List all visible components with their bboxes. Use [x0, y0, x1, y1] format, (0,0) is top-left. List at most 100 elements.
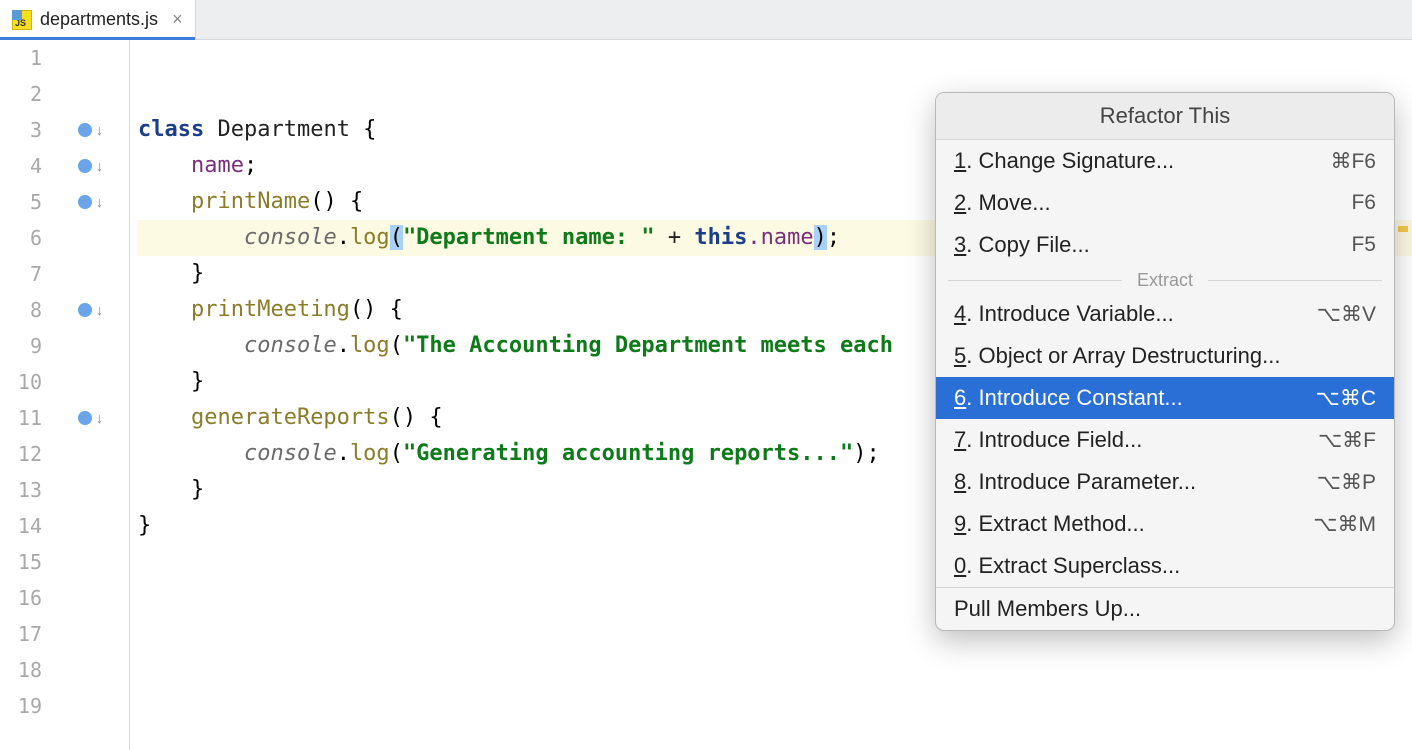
refactor-item[interactable]: 4. Introduce Variable... ⌥⌘V: [936, 293, 1394, 335]
marker-row: [60, 436, 129, 472]
refactor-item-shortcut: ⌥⌘V: [1317, 302, 1376, 327]
line-number: 7: [0, 256, 42, 292]
refactor-item-shortcut: ⌥⌘F: [1318, 428, 1376, 453]
refactor-item[interactable]: 8. Introduce Parameter... ⌥⌘P: [936, 461, 1394, 503]
paren-close-hl: ): [814, 225, 827, 250]
refactor-item-shortcut: ⌥⌘C: [1316, 386, 1376, 411]
paren-open-hl: (: [390, 225, 403, 250]
marker-row: [60, 40, 129, 76]
override-icon[interactable]: [78, 411, 92, 425]
console-obj: console: [244, 225, 337, 250]
popup-section-extract: Extract: [936, 266, 1394, 293]
arrow-down-icon: ↓: [96, 194, 103, 210]
line-number: 1: [0, 40, 42, 76]
marker-gutter: ↓ ↓ ↓ ↓ ↓: [60, 40, 130, 750]
line-number: 3: [0, 112, 42, 148]
line-number: 12: [0, 436, 42, 472]
marker-row: ↓: [60, 400, 129, 436]
string-dept: "Department name: ": [403, 225, 655, 250]
this-kw: this: [694, 225, 747, 250]
field-name: name: [191, 153, 244, 178]
close-icon[interactable]: ×: [172, 9, 183, 30]
line-number: 4: [0, 148, 42, 184]
class-name: Department: [217, 117, 349, 142]
refactor-item[interactable]: 5. Object or Array Destructuring...: [936, 335, 1394, 377]
refactor-item-label: 1. Change Signature...: [954, 148, 1174, 174]
refactor-item-shortcut: ⌘F6: [1330, 149, 1376, 174]
refactor-item-label: Pull Members Up...: [954, 596, 1141, 622]
popup-title: Refactor This: [936, 93, 1394, 140]
arrow-down-icon: ↓: [96, 158, 103, 174]
override-icon[interactable]: [78, 123, 92, 137]
refactor-item[interactable]: 0. Extract Superclass...: [936, 545, 1394, 587]
override-icon[interactable]: [78, 159, 92, 173]
line-number: 10: [0, 364, 42, 400]
marker-row: [60, 580, 129, 616]
js-file-icon: JS: [12, 10, 32, 30]
refactor-item[interactable]: 1. Change Signature... ⌘F6: [936, 140, 1394, 182]
marker-row: [60, 688, 129, 724]
line-number: 11: [0, 400, 42, 436]
arrow-down-icon: ↓: [96, 410, 103, 426]
marker-row: [60, 544, 129, 580]
line-number: 16: [0, 580, 42, 616]
refactor-item-label: 6. Introduce Constant...: [954, 385, 1183, 411]
line-number: 15: [0, 544, 42, 580]
line-number: 8: [0, 292, 42, 328]
string-reports: "Generating accounting reports...": [403, 441, 853, 466]
marker-row: [60, 652, 129, 688]
marker-row: [60, 256, 129, 292]
refactor-item-label: 7. Introduce Field...: [954, 427, 1142, 453]
marker-row: ↓: [60, 112, 129, 148]
marker-row: [60, 220, 129, 256]
marker-row: [60, 328, 129, 364]
line-number: 9: [0, 328, 42, 364]
refactor-item-label: 0. Extract Superclass...: [954, 553, 1180, 579]
refactor-item[interactable]: 6. Introduce Constant... ⌥⌘C: [936, 377, 1394, 419]
refactor-item-label: 2. Move...: [954, 190, 1051, 216]
line-number: 19: [0, 688, 42, 724]
refactor-item[interactable]: 2. Move... F6: [936, 182, 1394, 224]
marker-row: [60, 616, 129, 652]
line-number: 14: [0, 508, 42, 544]
method-generatereports: generateReports: [191, 405, 390, 430]
arrow-down-icon: ↓: [96, 122, 103, 138]
tab-filename: departments.js: [40, 9, 158, 30]
line-number: 13: [0, 472, 42, 508]
refactor-item-label: 4. Introduce Variable...: [954, 301, 1174, 327]
line-number: 17: [0, 616, 42, 652]
line-number: 5: [0, 184, 42, 220]
warning-stripe[interactable]: [1398, 226, 1408, 232]
line-number: 6: [0, 220, 42, 256]
override-icon[interactable]: [78, 195, 92, 209]
refactor-item[interactable]: Pull Members Up...: [936, 588, 1394, 630]
log-fn: log: [350, 225, 390, 250]
marker-row: ↓: [60, 148, 129, 184]
refactor-item-label: 9. Extract Method...: [954, 511, 1145, 537]
string-meeting: "The Accounting Department meets each: [403, 333, 893, 358]
file-tab[interactable]: JS departments.js ×: [0, 0, 196, 39]
marker-row: [60, 508, 129, 544]
refactor-item-label: 8. Introduce Parameter...: [954, 469, 1196, 495]
marker-row: [60, 472, 129, 508]
marker-row: [60, 364, 129, 400]
method-printmeeting: printMeeting: [191, 297, 350, 322]
refactor-item-shortcut: ⌥⌘M: [1313, 512, 1376, 537]
refactor-item-label: 5. Object or Array Destructuring...: [954, 343, 1280, 369]
refactor-item[interactable]: 3. Copy File... F5: [936, 224, 1394, 266]
refactor-item-label: 3. Copy File...: [954, 232, 1090, 258]
line-number: 2: [0, 76, 42, 112]
line-number-gutter: 12345678910111213141516171819: [0, 40, 60, 750]
refactor-popup: Refactor This 1. Change Signature... ⌘F6 2…: [935, 92, 1395, 631]
refactor-item[interactable]: 9. Extract Method... ⌥⌘M: [936, 503, 1394, 545]
refactor-item-shortcut: F5: [1351, 233, 1376, 257]
refactor-item-shortcut: F6: [1351, 191, 1376, 215]
refactor-item[interactable]: 7. Introduce Field... ⌥⌘F: [936, 419, 1394, 461]
marker-row: ↓: [60, 184, 129, 220]
keyword-class: class: [138, 117, 204, 142]
override-icon[interactable]: [78, 303, 92, 317]
marker-row: ↓: [60, 292, 129, 328]
method-printname: printName: [191, 189, 310, 214]
refactor-item-shortcut: ⌥⌘P: [1317, 470, 1376, 495]
line-number: 18: [0, 652, 42, 688]
